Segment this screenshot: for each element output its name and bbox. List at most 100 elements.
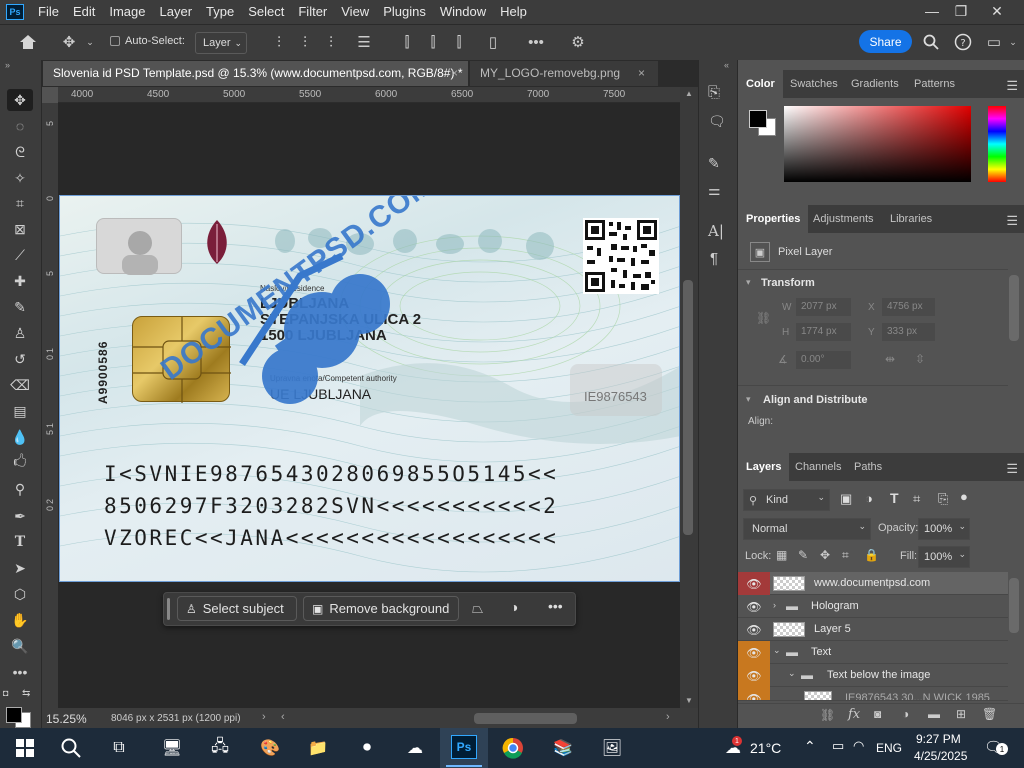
menu-file[interactable]: File xyxy=(31,0,66,24)
visibility-eye-icon[interactable]: 👁 xyxy=(738,687,770,700)
layer-row[interactable]: 👁 www.documentpsd.com xyxy=(738,572,1008,595)
panel-menu-icon[interactable]: ☰ xyxy=(1006,461,1018,477)
adjustment-layer-icon[interactable]: ◑ xyxy=(902,707,909,721)
properties-scroll-thumb[interactable] xyxy=(1009,275,1019,341)
adjustment-icon[interactable]: ◑ xyxy=(510,599,518,615)
hue-slider[interactable] xyxy=(988,106,1006,182)
layer-row[interactable]: 👁 Layer 5 xyxy=(738,618,1008,641)
drag-handle[interactable] xyxy=(167,598,170,620)
lock-artboard-icon[interactable]: ⌗ xyxy=(842,548,849,563)
share-button[interactable]: Share xyxy=(859,30,912,53)
panel-menu-icon[interactable]: ☰ xyxy=(1006,213,1018,229)
angle-field[interactable]: 0.00° xyxy=(796,351,851,369)
menu-type[interactable]: Type xyxy=(199,0,241,24)
minimize-icon[interactable]: — xyxy=(917,0,947,22)
dodge-tool-icon[interactable]: ⚲ xyxy=(7,478,33,500)
frame-tool-icon[interactable]: ⊠ xyxy=(7,218,33,240)
visibility-eye-icon[interactable]: 👁 xyxy=(738,595,770,618)
filter-toggle-icon[interactable]: ● xyxy=(960,489,968,504)
clone-stamp-icon[interactable]: ♙ xyxy=(7,322,33,344)
align-middle-icon[interactable]: ⫿ xyxy=(424,31,442,53)
brush-settings-icon[interactable]: ✎ xyxy=(708,155,720,172)
align-center-icon[interactable]: ⫶ xyxy=(296,31,314,53)
history-brush-icon[interactable]: ↺ xyxy=(7,348,33,370)
path-selection-icon[interactable]: ➤ xyxy=(7,557,33,579)
menu-window[interactable]: Window xyxy=(433,0,493,24)
tab-my-logo[interactable]: MY_LOGO-removebg.png × xyxy=(470,61,658,86)
panel-menu-icon[interactable]: ☰ xyxy=(1006,78,1018,94)
new-group-icon[interactable]: ▬ xyxy=(928,707,940,721)
type-tool-icon[interactable]: T xyxy=(7,531,33,553)
zoom-level[interactable]: 15.25% xyxy=(46,712,87,726)
visibility-eye-icon[interactable]: 👁 xyxy=(738,641,770,664)
this-pc-icon[interactable]: 🖥 xyxy=(157,734,187,762)
more-options-icon[interactable]: ••• xyxy=(548,598,563,614)
eraser-icon[interactable]: ⌫ xyxy=(7,374,33,396)
foreground-color-swatch[interactable] xyxy=(6,707,22,723)
winrar-icon[interactable]: 📚 xyxy=(548,734,578,762)
zoom-tool-icon[interactable]: 🔍 xyxy=(7,635,33,657)
trash-icon[interactable]: 🗑 xyxy=(982,707,997,721)
select-subject-button[interactable]: ♙ Select subject xyxy=(177,596,297,621)
lock-all-icon[interactable]: 🔒 xyxy=(864,548,879,562)
lock-transparent-icon[interactable]: ▦ xyxy=(776,548,787,562)
brush-tool-icon[interactable]: ✎ xyxy=(7,296,33,318)
tab-swatches[interactable]: Swatches xyxy=(782,70,846,98)
menu-view[interactable]: View xyxy=(334,0,376,24)
chevron-down-icon[interactable]: ⌄ xyxy=(773,645,781,656)
tab-properties[interactable]: Properties xyxy=(738,205,809,233)
clock-date[interactable]: 4/25/2025 xyxy=(914,749,967,763)
menu-layer[interactable]: Layer xyxy=(153,0,200,24)
y-field[interactable]: 333 px xyxy=(882,323,935,341)
tab-paths[interactable]: Paths xyxy=(846,453,890,481)
recorder-app-icon[interactable]: ⏺ xyxy=(352,734,382,762)
adjustments-icon[interactable]: ⚌ xyxy=(708,182,721,199)
move-tool-icon[interactable]: ✥ xyxy=(58,31,80,53)
eyedropper-icon[interactable]: ⟋ xyxy=(7,244,33,266)
auto-select-checkbox[interactable] xyxy=(110,36,120,46)
visibility-eye-icon[interactable]: 👁 xyxy=(738,572,770,595)
wifi-icon[interactable]: ◠ xyxy=(853,738,864,754)
remove-background-button[interactable]: ▣ Remove background xyxy=(303,596,459,621)
menu-help[interactable]: Help xyxy=(493,0,534,24)
close-icon[interactable]: ✕ xyxy=(982,0,1012,22)
tab-adjustments[interactable]: Adjustments xyxy=(805,205,882,233)
windows-start-icon[interactable] xyxy=(10,734,40,762)
width-field[interactable]: 2077 px xyxy=(796,298,851,316)
layer-row[interactable]: 👁 › ▬ Hologram xyxy=(738,595,1008,618)
menu-plugins[interactable]: Plugins xyxy=(376,0,433,24)
scroll-down-icon[interactable]: ▼ xyxy=(685,696,693,705)
vertical-scroll-thumb[interactable] xyxy=(683,280,693,535)
opacity-field[interactable]: 100% ⌄ xyxy=(918,518,970,540)
align-bottom-icon[interactable]: ⫿ xyxy=(450,31,468,53)
search-icon[interactable] xyxy=(56,734,86,762)
align-right-icon[interactable]: ⫶ xyxy=(322,31,340,53)
tab-gradients[interactable]: Gradients xyxy=(843,70,907,98)
id-card-document[interactable]: A9900586 Naslov/Residence LJUBLJANA STEP… xyxy=(59,195,680,582)
comments-icon[interactable]: 🗨 xyxy=(708,113,726,130)
tab-channels[interactable]: Channels xyxy=(787,453,849,481)
gear-icon[interactable]: ⚙ xyxy=(568,31,588,53)
weather-temperature[interactable]: 21°C xyxy=(750,740,781,756)
tab-slovenia-id[interactable]: Slovenia id PSD Template.psd @ 15.3% (ww… xyxy=(43,61,468,86)
home-icon[interactable] xyxy=(16,31,40,53)
chevron-right-icon[interactable]: › xyxy=(773,600,776,610)
lock-position-icon[interactable]: ✥ xyxy=(820,548,830,562)
marquee-tool-icon[interactable]: ◌ xyxy=(7,115,33,137)
scroll-up-icon[interactable]: ▲ xyxy=(685,89,693,98)
distribute-icon[interactable]: ☰ xyxy=(355,31,373,53)
close-icon[interactable]: × xyxy=(638,61,645,86)
tab-libraries[interactable]: Libraries xyxy=(882,205,940,233)
pen-tool-icon[interactable]: ✒ xyxy=(7,505,33,527)
healing-brush-icon[interactable]: ✚ xyxy=(7,270,33,292)
tab-color[interactable]: Color xyxy=(738,70,783,98)
scroll-right-icon[interactable]: › xyxy=(666,711,670,723)
horizontal-scroll-thumb[interactable] xyxy=(474,713,577,724)
fx-icon[interactable]: fx xyxy=(848,707,860,722)
move-tool-icon[interactable]: ✥ xyxy=(7,89,33,111)
search-icon[interactable] xyxy=(920,31,942,53)
hand-tool-icon[interactable]: ✋ xyxy=(7,609,33,631)
add-mask-icon[interactable]: ◙ xyxy=(874,707,881,721)
link-icon[interactable]: ⛓ xyxy=(756,311,771,325)
fill-field[interactable]: 100% ⌄ xyxy=(918,546,970,568)
